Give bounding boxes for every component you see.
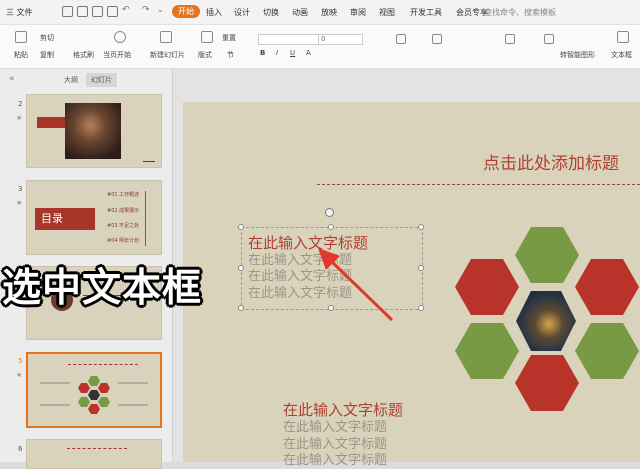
pointer-arrow-icon (318, 248, 394, 322)
